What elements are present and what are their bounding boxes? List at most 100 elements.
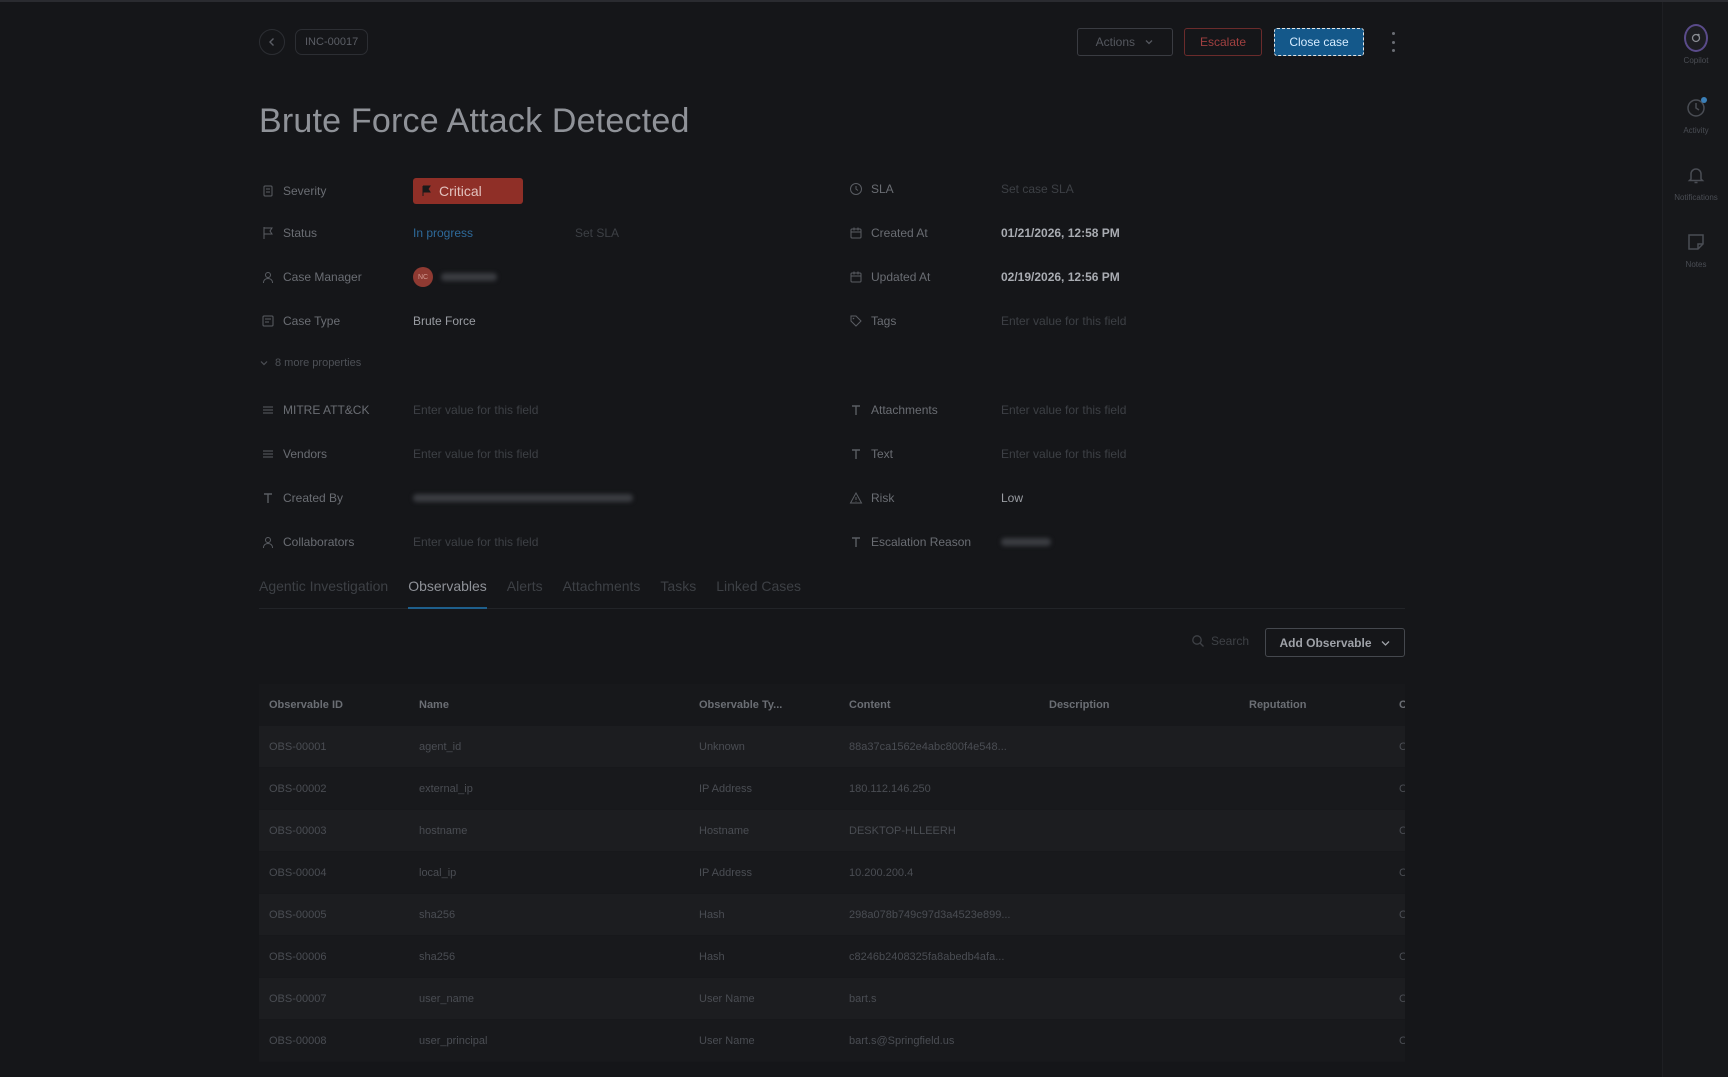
sla-value[interactable]: Set case SLA	[1001, 182, 1074, 196]
chevron-down-icon	[1145, 40, 1153, 45]
column-header[interactable]: Content	[839, 699, 1039, 711]
property-risk: Risk Low	[847, 487, 1023, 509]
bell-icon	[1684, 163, 1708, 187]
rail-notes-label: Notes	[1685, 260, 1707, 269]
close-case-button[interactable]: Close case	[1274, 28, 1364, 56]
avatar[interactable]: NC	[413, 267, 433, 287]
table-cell: C	[1389, 741, 1405, 753]
property-escalation-reason: Escalation Reason	[847, 531, 1051, 553]
table-cell: local_ip	[419, 866, 457, 879]
table-row[interactable]: OBS-00003 hostname Hostname DESKTOP-HLLEERH…	[259, 810, 1405, 852]
table-cell: DESKTOP-HLLEERH	[849, 824, 956, 837]
case-detail: INC-00017 Actions Escalate Close case Br…	[0, 2, 1662, 1077]
sla-label: SLA	[871, 182, 894, 196]
text-icon	[847, 533, 865, 551]
tab-linked-cases[interactable]: Linked Cases	[716, 576, 801, 609]
tab-alerts[interactable]: Alerts	[507, 576, 543, 609]
tab-observables[interactable]: Observables	[408, 576, 487, 609]
tags-value[interactable]: Enter value for this field	[1001, 314, 1126, 328]
search-box[interactable]: Search	[1191, 634, 1249, 648]
tag-icon	[847, 312, 865, 330]
table-cell: agent_id	[419, 740, 462, 753]
property-mitre: MITRE ATT&CK Enter value for this field	[259, 399, 538, 421]
table-cell: OBS-00002	[269, 782, 327, 795]
table-cell: C	[1389, 867, 1405, 879]
chevron-left-icon	[269, 38, 274, 46]
search-input[interactable]: Search	[1211, 634, 1249, 648]
attachments-value[interactable]: Enter value for this field	[1001, 403, 1126, 417]
table-cell: sha256	[419, 950, 456, 963]
rail-copilot[interactable]: Copilot	[1663, 24, 1728, 65]
tab-tasks[interactable]: Tasks	[660, 576, 696, 609]
actions-dropdown[interactable]: Actions	[1077, 28, 1173, 56]
text-value[interactable]: Enter value for this field	[1001, 447, 1126, 461]
created-by-redacted	[413, 494, 633, 502]
rail-notifications[interactable]: Notifications	[1663, 163, 1728, 202]
more-options-icon[interactable]	[1387, 32, 1399, 52]
case-type-value[interactable]: Brute Force	[413, 314, 476, 328]
table-cell: user_name	[419, 992, 475, 1005]
vendors-value[interactable]: Enter value for this field	[413, 447, 538, 461]
collaborators-value[interactable]: Enter value for this field	[413, 535, 538, 549]
column-header[interactable]: Observable ID	[259, 699, 409, 711]
user-icon	[259, 533, 277, 551]
rail-notifications-label: Notifications	[1674, 193, 1718, 202]
table-cell: Hash	[699, 950, 725, 963]
text-icon	[847, 401, 865, 419]
table-row[interactable]: OBS-00006 sha256 Hash c8246b2408325fa8abedb…	[259, 936, 1405, 978]
table-row[interactable]: OBS-00004 local_ip IP Address 10.200.200.4 C	[259, 852, 1405, 894]
property-created-at: Created At 01/21/2026, 12:58 PM	[847, 222, 1120, 244]
table-cell: IP Address	[699, 866, 752, 879]
table-cell: external_ip	[419, 782, 473, 795]
text-icon	[259, 489, 277, 507]
flag-outline-icon	[259, 224, 277, 242]
table-cell: OBS-00001	[269, 740, 327, 753]
clock-icon	[1684, 96, 1708, 120]
table-row[interactable]: OBS-00007 user_name User Name bart.s C	[259, 978, 1405, 1020]
add-observable-label: Add Observable	[1279, 635, 1372, 650]
status-label: Status	[283, 226, 318, 240]
column-header[interactable]: C	[1389, 699, 1405, 711]
text-icon	[847, 445, 865, 463]
rail-activity[interactable]: Activity	[1663, 96, 1728, 135]
mitre-value[interactable]: Enter value for this field	[413, 403, 538, 417]
tags-label: Tags	[871, 314, 897, 328]
case-type-icon	[259, 312, 277, 330]
table-row[interactable]: OBS-00008 user_principal User Name bart.s@S…	[259, 1020, 1405, 1062]
table-cell: OBS-00003	[269, 824, 327, 837]
tab-attachments[interactable]: Attachments	[563, 576, 641, 609]
collaborators-label: Collaborators	[283, 535, 355, 549]
status-value[interactable]: In progress	[413, 226, 575, 240]
list-icon	[259, 445, 277, 463]
status-set-sla[interactable]: Set SLA	[575, 226, 619, 240]
manager-name-redacted	[441, 273, 497, 281]
right-rail: Copilot Activity Notifications Notes	[1662, 2, 1728, 1077]
risk-value[interactable]: Low	[1001, 491, 1023, 505]
table-cell: bart.s@Springfield.us	[849, 1034, 955, 1047]
column-header[interactable]: Observable Ty...	[689, 699, 839, 711]
more-properties-toggle[interactable]: 8 more properties	[259, 357, 361, 369]
table-row[interactable]: OBS-00002 external_ip IP Address 180.112.14…	[259, 768, 1405, 810]
column-header[interactable]: Reputation	[1239, 699, 1389, 711]
table-row[interactable]: OBS-00001 agent_id Unknown 88a37ca1562e4abc…	[259, 726, 1405, 768]
table-cell: User Name	[699, 1034, 755, 1047]
add-observable-button[interactable]: Add Observable	[1265, 628, 1405, 657]
attachments-label: Attachments	[871, 403, 938, 417]
back-button[interactable]	[259, 29, 285, 55]
case-type-label: Case Type	[283, 314, 341, 328]
calendar-icon	[847, 268, 865, 286]
tab-agentic-investigation[interactable]: Agentic Investigation	[259, 576, 388, 609]
severity-badge[interactable]: Critical	[413, 178, 523, 204]
note-icon	[1684, 230, 1708, 254]
column-header[interactable]: Description	[1039, 699, 1239, 711]
rail-notes[interactable]: Notes	[1663, 230, 1728, 269]
table-cell: 10.200.200.4	[849, 866, 914, 879]
case-manager-label: Case Manager	[283, 270, 362, 284]
table-cell: OBS-00008	[269, 1034, 327, 1047]
table-cell: OBS-00005	[269, 908, 327, 921]
property-tags: Tags Enter value for this field	[847, 310, 1126, 332]
column-header[interactable]: Name	[409, 699, 689, 711]
table-row[interactable]: OBS-00005 sha256 Hash 298a078b749c97d3a4523…	[259, 894, 1405, 936]
table-cell: User Name	[699, 992, 755, 1005]
escalate-button[interactable]: Escalate	[1184, 28, 1262, 56]
